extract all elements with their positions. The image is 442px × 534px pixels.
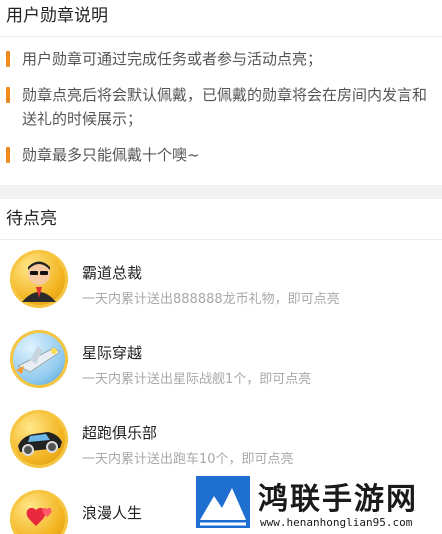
rule-item: 用户勋章可通过完成任务或者参与活动点亮； <box>0 47 442 71</box>
section-title-pending: 待点亮 <box>0 199 442 240</box>
badge-desc: 一天内累计送出跑车10个，即可点亮 <box>82 452 294 467</box>
badge-desc: 一天内累计送出星际战舰1个，即可点亮 <box>82 372 312 387</box>
rule-text: 勋章点亮后将会默认佩戴，已佩戴的勋章将会在房间内发言和送礼的时候展示； <box>22 86 428 128</box>
badge-desc: 一天内累计送出888888龙币礼物，即可点亮 <box>82 292 340 307</box>
rules-list: 用户勋章可通过完成任务或者参与活动点亮； 勋章点亮后将会默认佩戴，已佩戴的勋章将… <box>0 37 442 185</box>
hearts-icon <box>10 490 68 534</box>
section-title-badge-info: 用户勋章说明 <box>0 0 442 37</box>
rule-item: 勋章最多只能佩戴十个噢~ <box>0 143 442 167</box>
accent-bar <box>6 51 10 67</box>
spaceship-icon <box>10 330 68 388</box>
badge-title: 霸道总裁 <box>82 264 143 282</box>
badge-row[interactable]: 星际穿越 一天内累计送出星际战舰1个，即可点亮 <box>0 320 442 400</box>
badge-info-card: 用户勋章说明 用户勋章可通过完成任务或者参与活动点亮； 勋章点亮后将会默认佩戴，… <box>0 0 442 185</box>
sports-car-icon <box>10 410 68 468</box>
accent-bar <box>6 87 10 103</box>
section-divider <box>0 185 442 199</box>
badge-title: 浪漫人生 <box>82 504 143 522</box>
brand-name: 鸿联手游网 <box>258 482 418 517</box>
brand-logo-icon <box>196 476 250 528</box>
badge-row[interactable]: 超跑俱乐部 一天内累计送出跑车10个，即可点亮 <box>0 400 442 480</box>
accent-bar <box>6 147 10 163</box>
rule-text: 勋章最多只能佩戴十个噢~ <box>22 146 200 164</box>
badge-row[interactable]: 霸道总裁 一天内累计送出888888龙币礼物，即可点亮 <box>0 240 442 320</box>
site-watermark: 鸿联手游网 www.henanhonglian95.com <box>196 470 442 534</box>
brand-url: www.henanhonglian95.com <box>260 516 413 529</box>
rule-item: 勋章点亮后将会默认佩戴，已佩戴的勋章将会在房间内发言和送礼的时候展示； <box>0 83 442 131</box>
badge-title: 超跑俱乐部 <box>82 424 158 442</box>
boss-avatar-icon <box>10 250 68 308</box>
badge-title: 星际穿越 <box>82 344 143 362</box>
rule-text: 用户勋章可通过完成任务或者参与活动点亮； <box>22 50 323 68</box>
